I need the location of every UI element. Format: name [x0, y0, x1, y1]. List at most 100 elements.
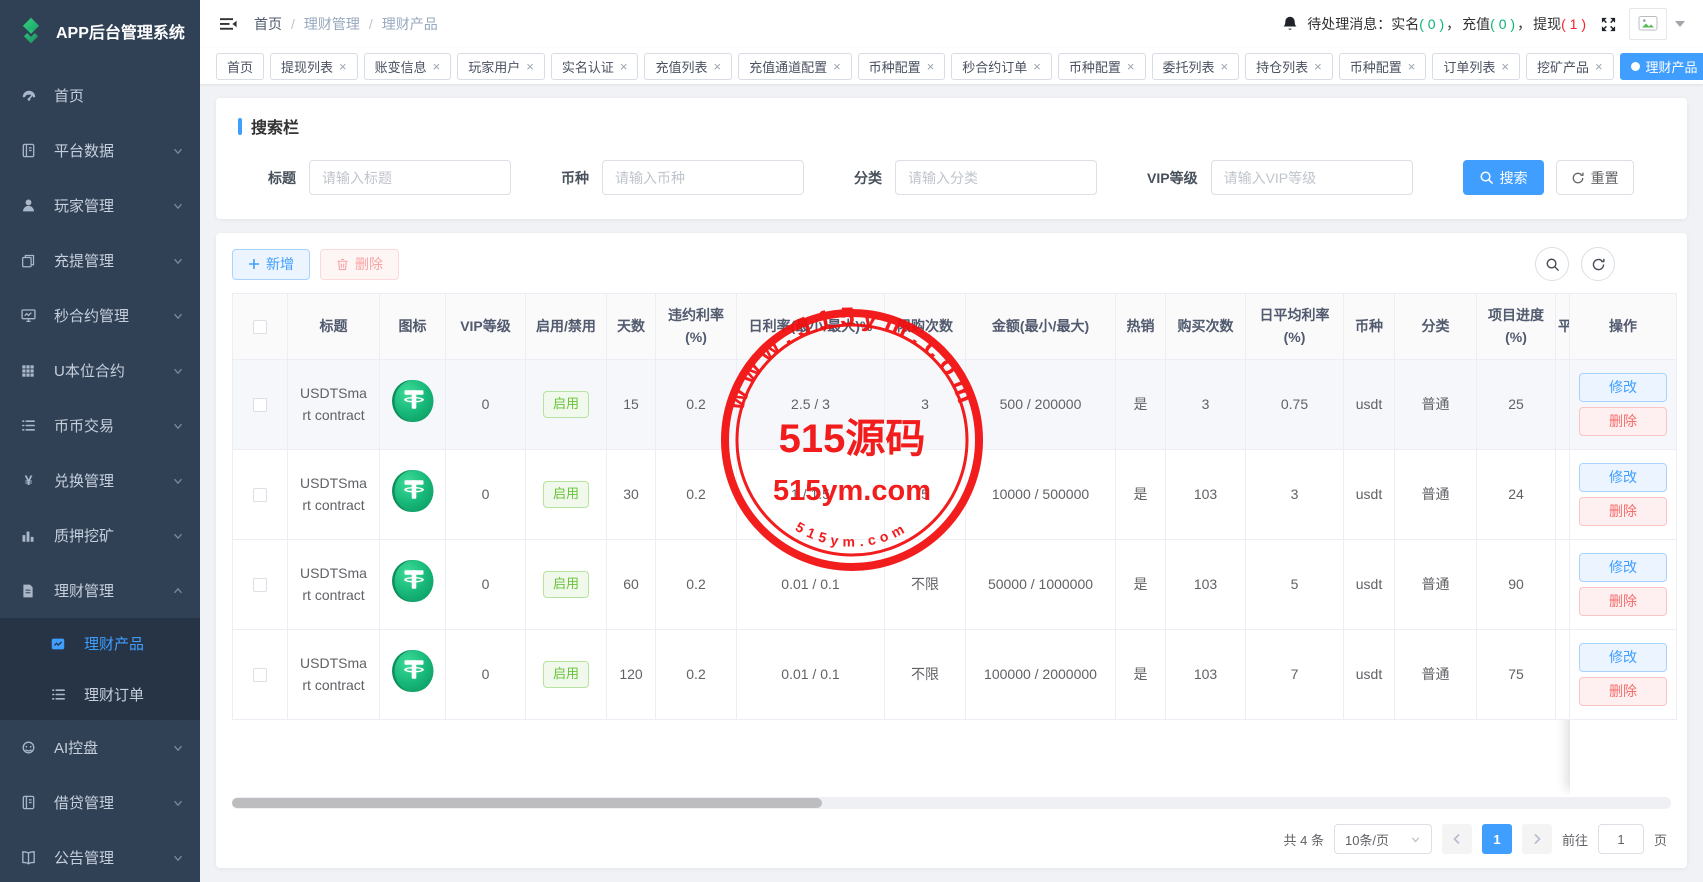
table-refresh-button[interactable]: [1581, 247, 1615, 281]
delete-button[interactable]: 删除: [1579, 407, 1667, 436]
column-header: 币种: [1344, 293, 1395, 360]
fullscreen-icon[interactable]: [1600, 16, 1617, 33]
refresh-icon: [1571, 171, 1585, 185]
sidebar-item-coin-trade[interactable]: 币币交易: [0, 398, 200, 453]
avatar[interactable]: [1629, 8, 1667, 40]
column-header: VIP等级: [446, 293, 526, 360]
close-icon[interactable]: ×: [1408, 60, 1416, 73]
tab-6[interactable]: 充值通道配置×: [738, 53, 852, 80]
close-icon[interactable]: ×: [1501, 60, 1509, 73]
sidebar-item-loan-manage[interactable]: 借贷管理: [0, 775, 200, 830]
close-icon[interactable]: ×: [1221, 60, 1229, 73]
search-fields: 标题币种分类VIP等级: [268, 160, 1463, 195]
sidebar-item-notice-manage[interactable]: 公告管理: [0, 830, 200, 882]
sidebar-item-home[interactable]: 首页: [0, 68, 200, 123]
search-button[interactable]: 搜索: [1463, 160, 1544, 195]
select-all-checkbox[interactable]: [253, 320, 267, 334]
usdt-coin-icon: [390, 378, 436, 424]
edit-button[interactable]: 修改: [1579, 643, 1667, 672]
page-size-select[interactable]: 10条/页: [1334, 824, 1432, 854]
edit-button[interactable]: 修改: [1579, 373, 1667, 402]
table-row: USDTSmart contract0启用600.20.01 / 0.1不限50…: [232, 540, 1677, 630]
current-page[interactable]: 1: [1482, 824, 1512, 854]
title-input[interactable]: [309, 160, 511, 195]
breadcrumb-item[interactable]: 首页: [254, 14, 282, 34]
fold-menu-icon[interactable]: [218, 14, 238, 34]
sidebar-item-platform-data[interactable]: 平台数据: [0, 123, 200, 178]
close-icon[interactable]: ×: [433, 60, 441, 73]
add-button[interactable]: 新增: [232, 249, 310, 280]
tab-13[interactable]: 订单列表×: [1432, 53, 1520, 80]
tab-10[interactable]: 委托列表×: [1152, 53, 1240, 80]
cell-vip-level: 0: [482, 396, 490, 412]
tab-8[interactable]: 秒合约订单×: [951, 53, 1052, 80]
edit-button[interactable]: 修改: [1579, 553, 1667, 582]
tab-3[interactable]: 玩家用户×: [457, 53, 545, 80]
scrollbar-thumb[interactable]: [232, 798, 822, 808]
column-header: 热销: [1116, 293, 1166, 360]
close-icon[interactable]: ×: [833, 60, 841, 73]
sidebar-item-staking-mining[interactable]: 质押挖矿: [0, 508, 200, 563]
cell-progress: 25: [1508, 396, 1524, 412]
sidebar-item-wealth-manage[interactable]: 理财管理: [0, 563, 200, 618]
cell-category: 普通: [1422, 486, 1450, 502]
coin-input[interactable]: [602, 160, 804, 195]
field-label: 分类: [854, 168, 882, 188]
column-header: 违约利率(%): [656, 293, 737, 360]
close-icon[interactable]: ×: [1595, 60, 1603, 73]
next-page-button[interactable]: [1522, 824, 1552, 854]
close-icon[interactable]: ×: [339, 60, 347, 73]
sidebar-item-deposit-withdraw[interactable]: 充提管理: [0, 233, 200, 288]
prev-page-button[interactable]: [1442, 824, 1472, 854]
delete-button[interactable]: 删除: [1579, 677, 1667, 706]
close-icon[interactable]: ×: [713, 60, 721, 73]
goto-page-input[interactable]: [1598, 824, 1644, 854]
delete-button[interactable]: 删除: [1579, 497, 1667, 526]
monitor-icon: [20, 307, 42, 324]
sidebar-item-wealth-product[interactable]: 理财产品: [0, 618, 200, 669]
close-icon[interactable]: ×: [620, 60, 628, 73]
tab-12[interactable]: 币种配置×: [1339, 53, 1427, 80]
tab-2[interactable]: 账变信息×: [364, 53, 452, 80]
close-icon[interactable]: ×: [526, 60, 534, 73]
tab-4[interactable]: 实名认证×: [551, 53, 639, 80]
cell-avg-daily-rate: 5: [1291, 576, 1299, 592]
sidebar-item-seconds-contract[interactable]: 秒合约管理: [0, 288, 200, 343]
tab-0[interactable]: 首页: [216, 53, 264, 80]
tab-14[interactable]: 挖矿产品×: [1526, 53, 1614, 80]
close-icon[interactable]: ×: [1033, 60, 1041, 73]
sidebar-item-exchange-manage[interactable]: ¥兑换管理: [0, 453, 200, 508]
row-checkbox[interactable]: [253, 488, 267, 502]
chevron-down-icon: [172, 742, 184, 754]
row-checkbox[interactable]: [253, 398, 267, 412]
row-checkbox[interactable]: [253, 578, 267, 592]
row-checkbox[interactable]: [253, 668, 267, 682]
close-icon[interactable]: ×: [1127, 60, 1135, 73]
cell-default-rate: 0.2: [686, 396, 705, 412]
close-icon[interactable]: ×: [1314, 60, 1322, 73]
tab-5[interactable]: 充值列表×: [644, 53, 732, 80]
edit-button[interactable]: 修改: [1579, 463, 1667, 492]
tab-15[interactable]: 理财产品×: [1620, 53, 1703, 80]
action-column-header: 操作: [1570, 293, 1677, 360]
bell-icon[interactable]: [1281, 15, 1299, 33]
reset-button[interactable]: 重置: [1556, 160, 1634, 195]
delete-button[interactable]: 删除: [1579, 587, 1667, 616]
plus-icon: [248, 258, 260, 270]
category-input[interactable]: [895, 160, 1097, 195]
tab-7[interactable]: 币种配置×: [858, 53, 946, 80]
tab-1[interactable]: 提现列表×: [270, 53, 358, 80]
close-icon[interactable]: ×: [927, 60, 935, 73]
batch-delete-button[interactable]: 删除: [320, 249, 399, 280]
tab-11[interactable]: 持仓列表×: [1245, 53, 1333, 80]
tab-9[interactable]: 币种配置×: [1058, 53, 1146, 80]
field-label: 币种: [561, 168, 589, 188]
document-icon: [20, 583, 42, 599]
sidebar-item-player-manage[interactable]: 玩家管理: [0, 178, 200, 233]
table-search-button[interactable]: [1535, 247, 1569, 281]
vip-level-input[interactable]: [1211, 160, 1413, 195]
sidebar-item-wealth-order[interactable]: 理财订单: [0, 669, 200, 720]
sidebar-item-ai-control[interactable]: AI控盘: [0, 720, 200, 775]
sidebar-item-u-contract[interactable]: U本位合约: [0, 343, 200, 398]
caret-down-icon[interactable]: [1675, 21, 1685, 27]
